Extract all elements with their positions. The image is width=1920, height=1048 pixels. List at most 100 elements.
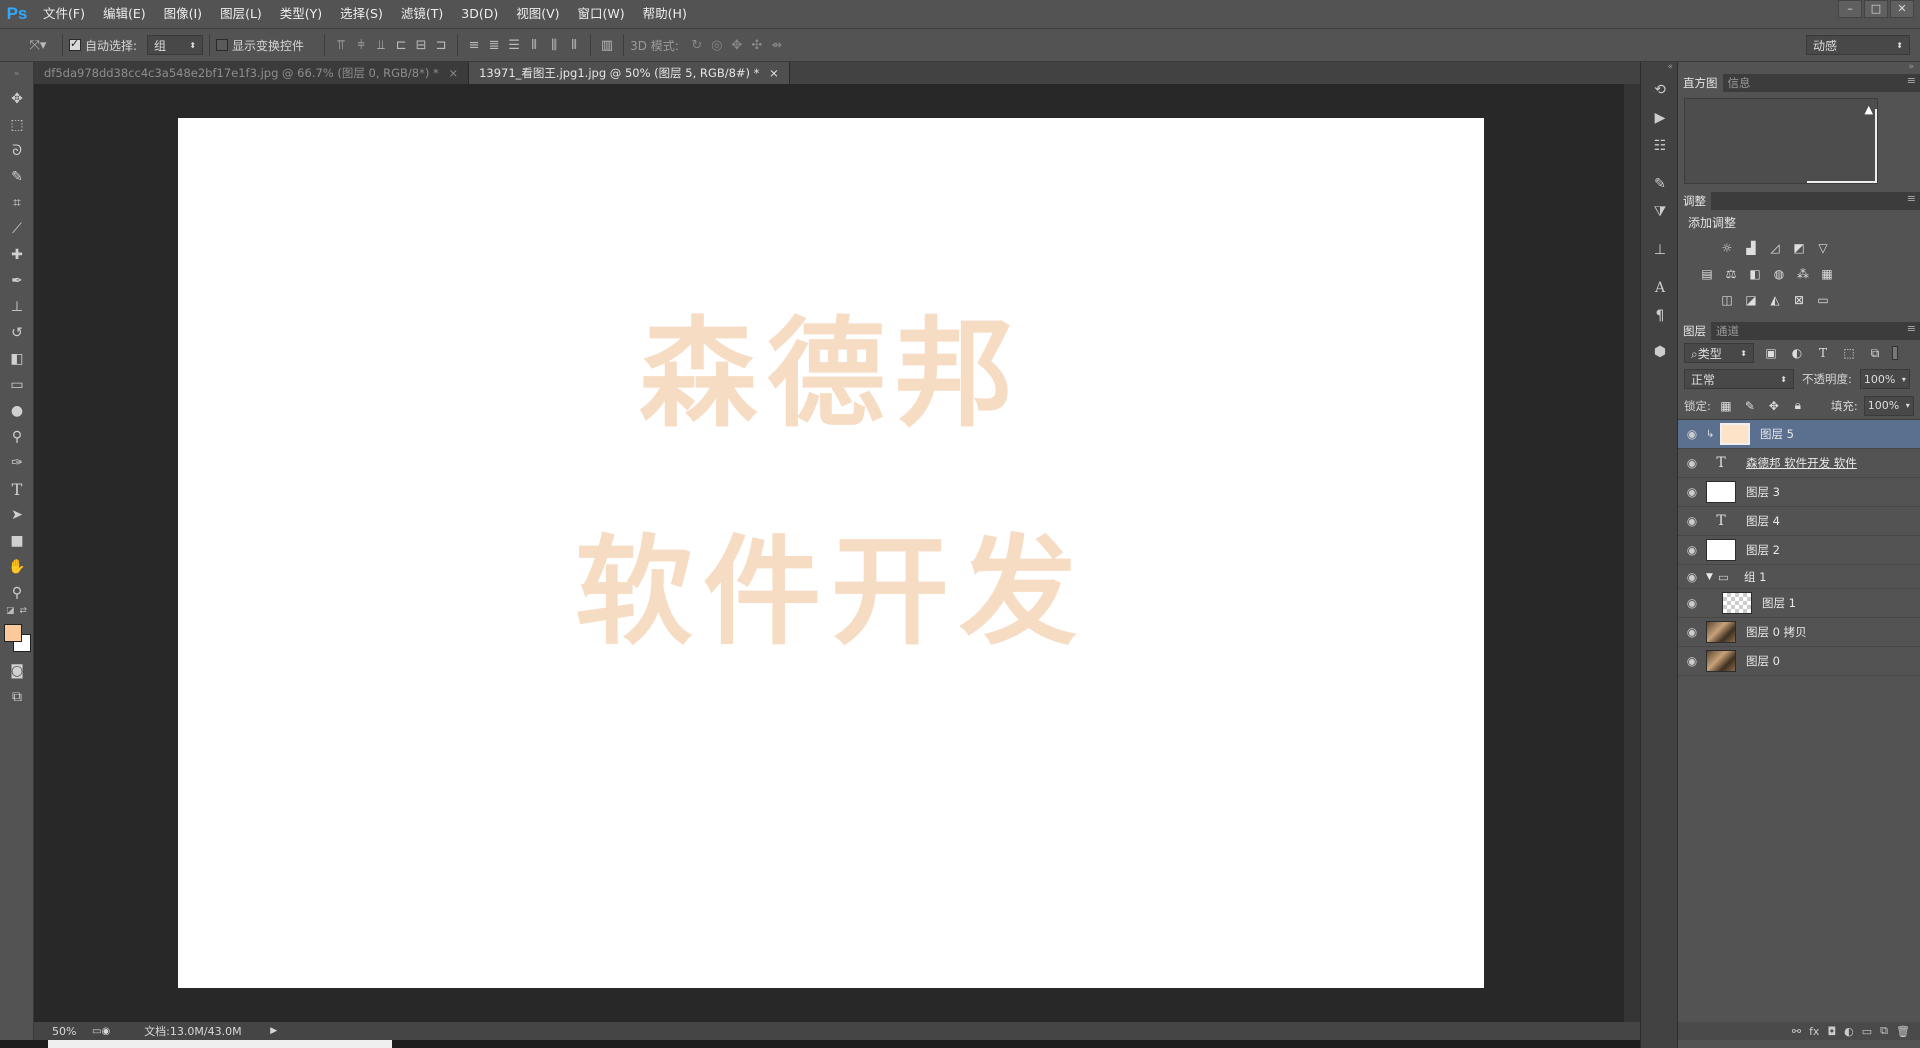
align-hcenter-icon[interactable]: ⊟ <box>411 35 431 55</box>
default-colors-icon[interactable]: ◪ <box>6 606 15 622</box>
3d-panel-icon[interactable]: ⬢ <box>1641 338 1679 366</box>
paragraph-panel-icon[interactable]: ¶ <box>1641 302 1679 330</box>
distribute-right-icon[interactable]: ⫴ <box>564 35 584 55</box>
visibility-eye-icon[interactable]: ◉ <box>1678 427 1706 441</box>
lock-transparent-icon[interactable]: ▦ <box>1717 398 1735 414</box>
tab-document-1[interactable]: df5da978dd38cc4c3a548e2bf17e1f3.jpg @ 66… <box>34 62 470 84</box>
menu-edit[interactable]: 编辑(E) <box>94 0 155 28</box>
tab-layers[interactable]: 图层 <box>1678 322 1711 340</box>
gradient-tool-icon[interactable]: ▭ <box>0 372 34 398</box>
delete-layer-icon[interactable]: 🗑︎ <box>1896 1025 1910 1038</box>
brush-presets-icon[interactable]: ⧩ <box>1641 198 1679 226</box>
eraser-tool-icon[interactable]: ◧ <box>0 346 34 372</box>
lock-position-icon[interactable]: ✥ <box>1765 398 1783 414</box>
foreground-color-swatch[interactable] <box>4 624 22 642</box>
zoom-level[interactable]: 50% <box>52 1025 92 1038</box>
eyedropper-tool-icon[interactable]: ⟋ <box>0 216 34 242</box>
quick-select-tool-icon[interactable]: ✎ <box>0 164 34 190</box>
distribute-top-icon[interactable]: ≡ <box>464 35 484 55</box>
panel-menu-icon[interactable]: ≡ <box>1907 74 1916 87</box>
move-tool-preset-icon[interactable]: ⤧▾ <box>20 35 56 55</box>
layer-row[interactable]: ◉ 图层 0 拷贝 <box>1678 618 1920 647</box>
lock-all-icon[interactable]: 🔒︎ <box>1789 398 1807 414</box>
layer-row[interactable]: ◉ 图层 3 <box>1678 478 1920 507</box>
fx-icon[interactable]: fx <box>1809 1025 1819 1038</box>
visibility-eye-icon[interactable]: ◉ <box>1678 654 1706 668</box>
character-panel-icon[interactable]: A <box>1641 274 1679 302</box>
strip-collapse-icon[interactable]: « <box>1641 62 1677 76</box>
new-group-icon[interactable]: ▭ <box>1862 1025 1872 1038</box>
align-left-icon[interactable]: ⊏ <box>391 35 411 55</box>
tab-adjustments[interactable]: 调整 <box>1678 192 1711 210</box>
hue-saturation-icon[interactable]: ▤ <box>1698 266 1716 282</box>
lasso-tool-icon[interactable]: ᘐ <box>0 138 34 164</box>
tab-channels[interactable]: 通道 <box>1711 322 1744 340</box>
healing-brush-tool-icon[interactable]: ✚ <box>0 242 34 268</box>
visibility-eye-icon[interactable]: ◉ <box>1678 625 1706 639</box>
visibility-eye-icon[interactable]: ◉ <box>1678 570 1706 584</box>
status-menu-arrow-icon[interactable]: ▶ <box>270 1026 277 1036</box>
menu-file[interactable]: 文件(F) <box>34 0 94 28</box>
align-right-icon[interactable]: ⊐ <box>431 35 451 55</box>
filter-smart-object-icon[interactable]: ⧉ <box>1866 345 1884 361</box>
drag-3d-icon[interactable]: ✥ <box>727 35 747 55</box>
panels-collapse-icon[interactable]: » <box>1678 62 1920 74</box>
brush-tool-icon[interactable]: ✒ <box>0 268 34 294</box>
levels-icon[interactable]: ▟ <box>1742 240 1760 256</box>
distribute-vcenter-icon[interactable]: ≣ <box>484 35 504 55</box>
auto-align-icon[interactable]: ▥ <box>597 35 617 55</box>
rotate-3d-icon[interactable]: ↻ <box>687 35 707 55</box>
new-adjustment-icon[interactable]: ◐ <box>1844 1025 1854 1038</box>
move-tool-icon[interactable]: ✥ <box>0 86 34 112</box>
menu-select[interactable]: 选择(S) <box>331 0 392 28</box>
invert-icon[interactable]: ◫ <box>1718 292 1736 308</box>
blend-mode-dropdown[interactable]: 正常 ⬍ <box>1684 369 1794 389</box>
pen-tool-icon[interactable]: ✑ <box>0 450 34 476</box>
visibility-eye-icon[interactable]: ◉ <box>1678 485 1706 499</box>
menu-layer[interactable]: 图层(L) <box>211 0 271 28</box>
distribute-hcenter-icon[interactable]: ⫼ <box>544 35 564 55</box>
threshold-icon[interactable]: ◭ <box>1766 292 1784 308</box>
rectangle-tool-icon[interactable]: ■ <box>0 528 34 554</box>
layer-row[interactable]: ◉ 图层 0 <box>1678 647 1920 676</box>
curves-icon[interactable]: ◿ <box>1766 240 1784 256</box>
menu-type[interactable]: 类型(Y) <box>271 0 331 28</box>
menu-image[interactable]: 图像(I) <box>155 0 211 28</box>
status-view-icon[interactable]: ▭◉ <box>92 1026 110 1037</box>
menu-view[interactable]: 视图(V) <box>507 0 568 28</box>
filter-type-icon[interactable]: T <box>1814 345 1832 361</box>
warning-icon[interactable]: ▲ <box>1865 103 1873 116</box>
tab-document-2[interactable]: 13971_看图王.jpg1.jpg @ 50% (图层 5, RGB/8#) … <box>469 62 790 84</box>
type-tool-icon[interactable]: T <box>0 476 34 502</box>
layer-row[interactable]: ◉ ↳ 图层 5 <box>1678 420 1920 449</box>
clone-stamp-tool-icon[interactable]: ⊥ <box>0 294 34 320</box>
lock-image-icon[interactable]: ✎ <box>1741 398 1759 414</box>
channel-mixer-icon[interactable]: ⁂ <box>1794 266 1812 282</box>
filter-toggle[interactable] <box>1892 346 1898 360</box>
distribute-left-icon[interactable]: ⦀ <box>524 35 544 55</box>
fill-field[interactable]: 100% ▾ <box>1863 395 1914 416</box>
auto-select-checkbox[interactable] <box>69 37 81 51</box>
actions-panel-icon[interactable]: ▶ <box>1641 104 1679 132</box>
posterize-icon[interactable]: ◪ <box>1742 292 1760 308</box>
properties-panel-icon[interactable]: ☷ <box>1641 132 1679 160</box>
crop-tool-icon[interactable]: ⌗ <box>0 190 34 216</box>
visibility-eye-icon[interactable]: ◉ <box>1678 514 1706 528</box>
tab-info[interactable]: 信息 <box>1723 74 1756 92</box>
swap-colors-icon[interactable]: ⇄ <box>19 606 27 622</box>
path-select-tool-icon[interactable]: ➤ <box>0 502 34 528</box>
filter-adjustment-icon[interactable]: ◐ <box>1788 345 1806 361</box>
document-canvas[interactable]: 森德邦 软件开发 <box>178 118 1484 988</box>
tab-close-icon[interactable]: × <box>448 66 458 80</box>
panel-menu-icon[interactable]: ≡ <box>1907 192 1916 205</box>
scale-3d-icon[interactable]: ⇴ <box>767 35 787 55</box>
layer-row[interactable]: ◉ 图层 2 <box>1678 536 1920 565</box>
show-transform-checkbox[interactable] <box>216 39 229 51</box>
auto-select-dropdown[interactable]: 组 ⬍ <box>147 35 204 55</box>
color-balance-icon[interactable]: ⚖ <box>1722 266 1740 282</box>
distribute-bottom-icon[interactable]: ☰ <box>504 35 524 55</box>
tab-close-icon[interactable]: × <box>769 66 779 80</box>
layer-row[interactable]: ◉ T 图层 4 <box>1678 507 1920 536</box>
menu-filter[interactable]: 滤镜(T) <box>392 0 452 28</box>
visibility-eye-icon[interactable]: ◉ <box>1678 456 1706 470</box>
